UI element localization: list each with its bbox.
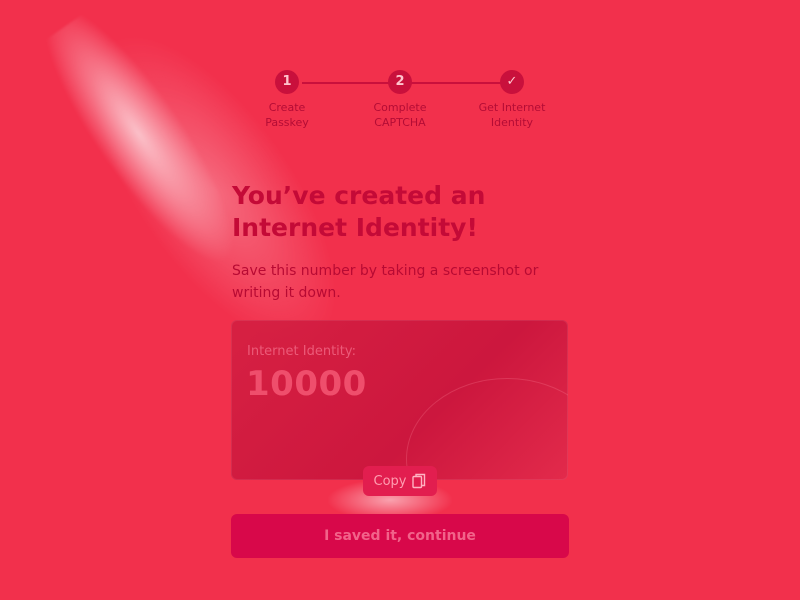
step-number: 2	[388, 70, 412, 94]
step-create-passkey: 1 Create Passkey	[237, 70, 337, 130]
identity-card: Internet Identity: 10000	[231, 320, 568, 480]
copy-icon	[412, 473, 426, 489]
continue-button[interactable]: I saved it, continue	[231, 514, 569, 558]
step-get-identity: ✓ Get Internet Identity	[462, 70, 562, 130]
page-subtitle: Save this number by taking a screenshot …	[232, 263, 539, 301]
copy-button[interactable]: Copy	[363, 466, 437, 496]
identity-label: Internet Identity:	[247, 344, 357, 359]
identity-number: 10000	[246, 364, 367, 404]
checkmark-icon: ✓	[500, 70, 524, 94]
step-label: Create Passkey	[265, 101, 309, 129]
progress-stepper: 1 Create Passkey 2 Complete CAPTCHA ✓ Ge…	[252, 70, 552, 140]
step-complete-captcha: 2 Complete CAPTCHA	[350, 70, 450, 130]
step-number: 1	[275, 70, 299, 94]
page-title: You’ve created an Internet Identity!	[232, 181, 486, 242]
step-label: Complete CAPTCHA	[373, 101, 427, 129]
step-label: Get Internet Identity	[478, 101, 546, 129]
card-decoration	[406, 378, 568, 480]
copy-button-label: Copy	[373, 473, 407, 489]
